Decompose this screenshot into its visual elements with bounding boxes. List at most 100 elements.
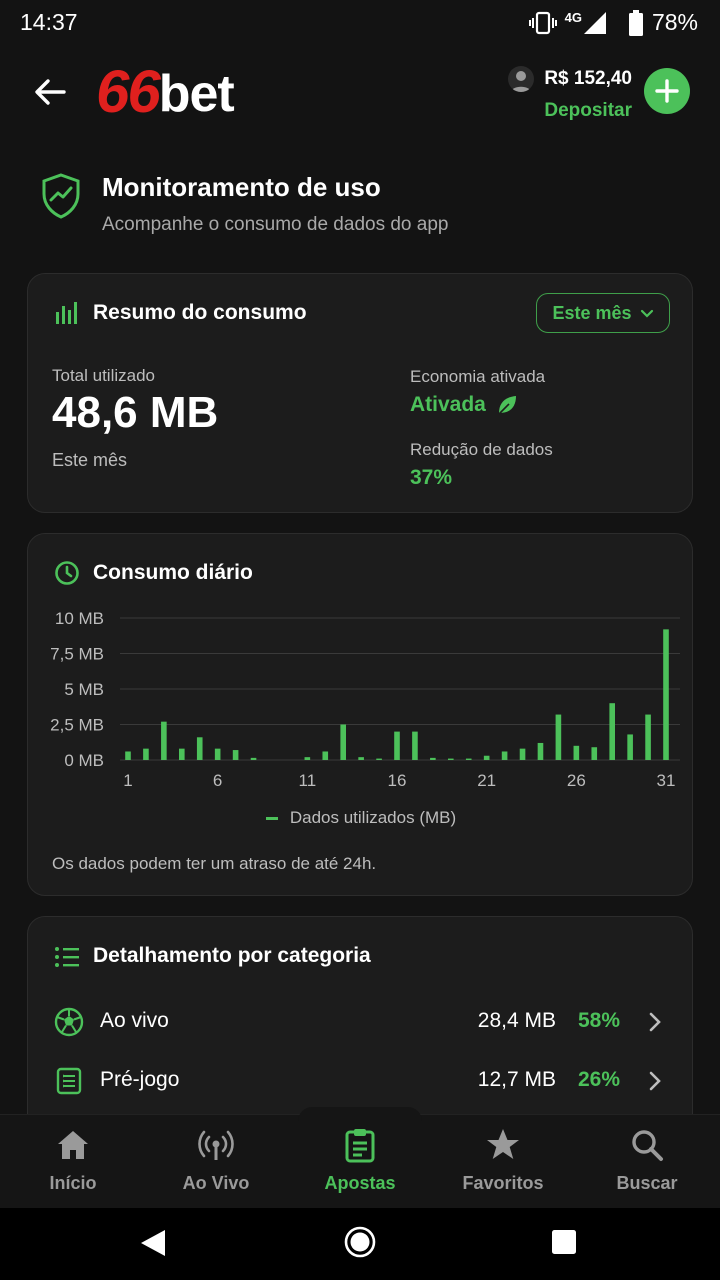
bar xyxy=(376,758,382,760)
bar xyxy=(645,714,651,760)
battery-percent: 78% xyxy=(651,9,698,35)
leaf-icon xyxy=(498,396,516,415)
deposit-link[interactable]: Depositar xyxy=(508,100,632,122)
chevron-right-icon xyxy=(649,1071,661,1091)
category-name: Pré-jogo xyxy=(100,1068,180,1091)
x-tick-label: 16 xyxy=(388,771,407,790)
system-navigation-bar xyxy=(0,1208,720,1280)
chevron-down-icon xyxy=(640,309,653,318)
home-icon xyxy=(58,1131,88,1159)
bar xyxy=(430,757,436,760)
daily-bar-chart: 0 MB2,5 MB5 MB7,5 MB10 MB1 6 11 16 21 26 31 xyxy=(50,609,680,790)
reduction-value: 37% xyxy=(410,466,453,489)
soccer-ball-icon xyxy=(54,1007,84,1037)
battery-icon xyxy=(628,9,643,36)
account-balance[interactable]: R$ 152,40 Depositar xyxy=(508,66,632,122)
clipboard-icon xyxy=(345,1129,375,1163)
nav-label: Ao Vivo xyxy=(182,1173,250,1193)
category-title: Detalhamento por categoria xyxy=(93,944,371,967)
bar xyxy=(573,745,580,760)
star-icon xyxy=(487,1129,519,1159)
bar xyxy=(340,724,346,760)
x-tick-label: 26 xyxy=(567,771,586,790)
bar xyxy=(501,751,508,760)
nav-item-apostas[interactable]: Apostas xyxy=(288,1115,432,1209)
clock-icon xyxy=(55,561,79,585)
app-bar: 66 bet R$ 152,40 Depositar xyxy=(0,52,720,132)
economy-label: Economia ativada xyxy=(410,367,546,386)
nav-item-buscar[interactable]: Buscar xyxy=(575,1115,719,1209)
bar xyxy=(179,748,185,760)
y-tick-label: 2,5 MB xyxy=(50,716,104,735)
nav-label: Apostas xyxy=(324,1173,396,1193)
x-tick-label: 31 xyxy=(657,771,676,790)
category-row-pre-jogo[interactable]: Pré-jogo 12,7 MB 26% xyxy=(28,1056,694,1106)
legend-label: Dados utilizados (MB) xyxy=(289,808,457,827)
bar xyxy=(322,751,329,760)
list-icon xyxy=(55,947,79,967)
bar xyxy=(304,757,311,760)
bar xyxy=(358,757,364,760)
chart-note: Os dados podem ter um atraso de até 24h. xyxy=(52,854,377,873)
back-arrow-icon[interactable] xyxy=(28,70,72,114)
daily-chart-card: Consumo diário 0 MB 2,5 MB 5 MB 7,5 MB 10 MB… xyxy=(27,533,693,896)
category-row-ao-vivo[interactable]: Ao vivo 28,4 MB 58% xyxy=(28,997,694,1047)
system-home-icon[interactable] xyxy=(344,1226,376,1258)
bar xyxy=(591,747,598,760)
broadcast-icon xyxy=(198,1130,234,1160)
total-period: Este mês xyxy=(52,450,128,470)
summary-card: Resumo do consumo Este mês Total utiliza… xyxy=(27,273,693,513)
legend-swatch xyxy=(265,817,278,821)
bar xyxy=(555,714,562,760)
chevron-right-icon xyxy=(649,1012,661,1032)
bar xyxy=(627,734,633,760)
y-tick-label: 5 MB xyxy=(64,680,104,699)
x-tick-label: 1 xyxy=(123,771,132,790)
category-percent: 26% xyxy=(577,1068,620,1091)
bar xyxy=(609,703,615,760)
add-funds-button[interactable] xyxy=(644,68,690,114)
category-size: 28,4 MB xyxy=(477,1009,556,1032)
status-bar: 14:37 4G 78% xyxy=(0,0,720,46)
vibrate-icon xyxy=(528,11,557,34)
balance-value: R$ 152,40 xyxy=(544,68,632,89)
reduction-label: Redução de dados xyxy=(410,440,553,459)
daily-title: Consumo diário xyxy=(93,561,253,584)
logo-number: 66 xyxy=(96,58,161,125)
bar xyxy=(519,748,526,760)
period-dropdown[interactable]: Este mês xyxy=(536,293,670,333)
bar xyxy=(537,742,544,760)
network-type: 4G xyxy=(564,10,582,25)
nav-label: Início xyxy=(49,1173,97,1193)
search-icon xyxy=(632,1130,663,1161)
bar xyxy=(483,755,490,760)
user-avatar-icon xyxy=(508,66,535,92)
chart-legend: Dados utilizados (MB) xyxy=(28,808,694,828)
shield-chart-icon xyxy=(42,173,80,219)
page-header: Monitoramento de uso Acompanhe o consumo… xyxy=(40,170,680,250)
bar xyxy=(394,731,400,760)
economy-status: Ativada xyxy=(410,393,518,417)
nav-item-inicio[interactable]: Início xyxy=(1,1115,145,1209)
bar xyxy=(143,748,149,760)
logo-word: bet xyxy=(158,65,235,123)
system-back-icon[interactable] xyxy=(139,1228,167,1258)
brand-logo[interactable]: 66 bet xyxy=(96,58,235,125)
category-name: Ao vivo xyxy=(100,1009,169,1032)
plus-icon xyxy=(655,79,679,103)
bar xyxy=(448,758,454,760)
category-percent: 58% xyxy=(577,1009,620,1032)
period-label: Este mês xyxy=(552,302,632,323)
category-size: 12,7 MB xyxy=(477,1068,556,1091)
page-title: Monitoramento de uso xyxy=(102,172,381,202)
bar xyxy=(125,751,131,760)
system-recents-icon[interactable] xyxy=(551,1229,577,1255)
signal-icon xyxy=(583,11,606,34)
summary-title: Resumo do consumo xyxy=(93,301,307,324)
bar xyxy=(465,758,472,760)
y-tick-label: 0 MB xyxy=(64,751,104,770)
nav-item-ao-vivo[interactable]: Ao Vivo xyxy=(144,1115,288,1209)
nav-label: Buscar xyxy=(616,1173,678,1193)
bar xyxy=(232,750,239,760)
nav-item-favoritos[interactable]: Favoritos xyxy=(431,1115,575,1209)
